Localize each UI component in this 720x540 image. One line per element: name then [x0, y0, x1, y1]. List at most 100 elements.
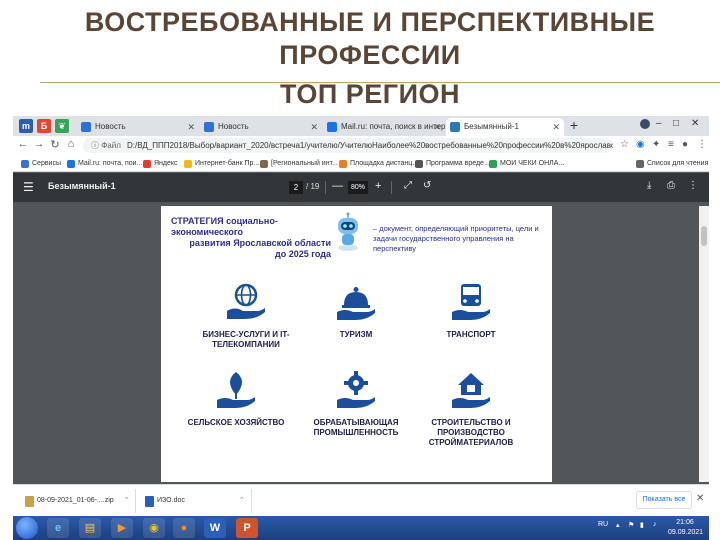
- downloads-divider: [251, 489, 252, 513]
- close-window-button[interactable]: ✕: [691, 118, 699, 129]
- robot-icon: [338, 212, 358, 251]
- maximize-button[interactable]: □: [673, 118, 679, 129]
- print-icon[interactable]: ⎙: [667, 180, 675, 191]
- tab-favicon: [327, 122, 337, 132]
- scrollbar[interactable]: [699, 206, 709, 482]
- tab-3[interactable]: Mail.ru: почта, поиск в интерне ✕: [323, 118, 445, 136]
- bookmark-favicon: [143, 160, 151, 168]
- app-icon-b[interactable]: Б: [37, 119, 51, 133]
- industry-caption: СЕЛЬСКОЕ ХОЗЯЙСТВО: [187, 418, 285, 427]
- reading-list[interactable]: Список для чтения: [636, 156, 708, 171]
- download-filename: ИЗО.doc: [157, 497, 185, 504]
- profile-icon[interactable]: [640, 119, 650, 129]
- word-icon[interactable]: W: [204, 518, 226, 538]
- url-info-icon[interactable]: ⓘ Файл: [91, 138, 121, 153]
- page-number-input[interactable]: 2: [289, 181, 303, 194]
- chrome-icon[interactable]: ◉: [143, 518, 165, 538]
- chevron-up-icon[interactable]: ⌃: [239, 497, 245, 504]
- url-text: D:/ВД_ППП2018/Выбор/вариант_2020/встреча…: [127, 141, 613, 150]
- download-item[interactable]: ИЗО.doc ⌃: [143, 491, 245, 511]
- tab-label: Новость: [95, 122, 126, 131]
- firefox-icon[interactable]: ●: [173, 518, 195, 538]
- tab-label: Mail.ru: почта, поиск в интерне: [341, 122, 445, 131]
- downloads-divider: [135, 489, 136, 513]
- tab-favicon: [81, 122, 91, 132]
- slide-title-line2: ПРОФЕССИИ: [279, 40, 461, 70]
- tab-close-icon[interactable]: ✕: [552, 118, 560, 136]
- tab-close-icon[interactable]: ✕: [433, 118, 441, 136]
- chevron-up-icon[interactable]: ⌃: [124, 497, 130, 504]
- gear-icon: [337, 371, 375, 408]
- app-icon-leaf[interactable]: ❦: [55, 119, 69, 133]
- tab-close-icon[interactable]: ✕: [187, 118, 195, 136]
- bookmark-item[interactable]: Яндекс: [143, 156, 178, 171]
- tab-close-icon[interactable]: ✕: [310, 118, 318, 136]
- bookmark-favicon: [339, 160, 347, 168]
- bookmark-item[interactable]: Сервисы: [21, 156, 61, 171]
- zoom-out-button[interactable]: —: [332, 180, 343, 192]
- bookmark-item[interactable]: Площадка дистанц...: [339, 156, 418, 171]
- downloads-bar: 08-09-2021_01-06-....zip ⌃ ИЗО.doc ⌃ Пок…: [13, 484, 709, 516]
- download-filename: 08-09-2021_01-06-....zip: [37, 497, 114, 504]
- explorer-icon[interactable]: ▤: [79, 518, 101, 538]
- close-icon[interactable]: ✕: [696, 493, 704, 504]
- reading-list-icon[interactable]: ≡: [668, 139, 674, 150]
- ie-icon[interactable]: e: [47, 518, 69, 538]
- puzzle-icon[interactable]: ✦: [652, 139, 660, 150]
- bookmark-item[interactable]: [Региональный инт...: [260, 156, 338, 171]
- more-menu-icon[interactable]: ⋮: [697, 139, 707, 150]
- bookmark-favicon: [260, 160, 268, 168]
- bookmark-item[interactable]: Mail.ru: почта, пои...: [67, 156, 142, 171]
- home-icon[interactable]: ⌂: [65, 138, 77, 150]
- fit-page-icon[interactable]: ⤢: [404, 180, 412, 191]
- browser-tab-strip: m Б ❦ Новость ✕ Новость ✕ Mail.ru: почта…: [13, 116, 709, 136]
- clock-time: 21:06: [676, 519, 694, 526]
- show-all-button[interactable]: Показать все: [636, 491, 692, 509]
- bookmark-item[interactable]: МОИ ЧЕКИ ОНЛА...: [489, 156, 564, 171]
- extension-icon[interactable]: ◉: [636, 139, 645, 150]
- system-clock[interactable]: 21:06 09.09.2021: [668, 518, 703, 538]
- app-icon-m[interactable]: m: [19, 119, 33, 133]
- tab-label: Безымянный-1: [464, 122, 519, 131]
- profile-avatar-icon[interactable]: ●: [682, 139, 688, 150]
- flag-icon[interactable]: ⚑: [628, 521, 634, 529]
- bookmark-item[interactable]: Интернет-банк Пр...: [184, 156, 259, 171]
- toolbar-divider: [391, 181, 392, 194]
- industry-caption: БИЗНЕС-УСЛУГИ И IT-ТЕЛЕКОМПАНИИ: [202, 330, 290, 349]
- tab-2[interactable]: Новость ✕: [200, 118, 322, 136]
- address-bar[interactable]: ⓘ Файл D:/ВД_ППП2018/Выбор/вариант_2020/…: [83, 138, 613, 153]
- zoom-in-button[interactable]: +: [375, 180, 381, 192]
- media-player-icon[interactable]: ▶: [111, 518, 133, 538]
- bookmarks-bar: Сервисы Mail.ru: почта, пои... Яндекс Ин…: [13, 155, 709, 172]
- back-arrow-icon[interactable]: ←: [17, 138, 29, 150]
- bookmark-item[interactable]: Программа вреде...: [415, 156, 490, 171]
- bookmark-favicon: [184, 160, 192, 168]
- rotate-icon[interactable]: ↺: [423, 180, 431, 191]
- language-indicator[interactable]: RU: [598, 521, 608, 528]
- menu-icon[interactable]: ☰: [23, 180, 34, 194]
- bookmark-star-icon[interactable]: ☆: [620, 139, 629, 150]
- powerpoint-icon[interactable]: P: [236, 518, 258, 538]
- tray-arrow-icon[interactable]: ▴: [616, 521, 620, 529]
- new-tab-button[interactable]: +: [566, 118, 582, 134]
- house-icon: [452, 373, 490, 408]
- strategy-description: – документ, определяющий приоритеты, цел…: [373, 224, 539, 253]
- tab-favicon: [450, 122, 460, 132]
- forward-arrow-icon[interactable]: →: [33, 138, 45, 150]
- minimize-button[interactable]: –: [656, 118, 662, 129]
- volume-icon[interactable]: ♪: [653, 521, 657, 528]
- network-icon[interactable]: ▮: [640, 521, 644, 529]
- scrollbar-thumb[interactable]: [701, 226, 707, 246]
- tab-1[interactable]: Новость ✕: [77, 118, 199, 136]
- doc-file-icon: [145, 496, 154, 507]
- zoom-input[interactable]: 80%: [348, 181, 368, 194]
- globe-hand-icon: [227, 283, 265, 319]
- page-total: / 19: [306, 182, 320, 191]
- start-button[interactable]: [16, 517, 38, 539]
- more-options-icon[interactable]: ⋮: [688, 180, 698, 191]
- download-item[interactable]: 08-09-2021_01-06-....zip ⌃: [23, 491, 130, 511]
- reload-icon[interactable]: ↻: [49, 138, 61, 151]
- industry-caption: ОБРАБАТЫВАЮЩАЯ ПРОМЫШЛЕННОСТЬ: [313, 418, 399, 437]
- tab-active[interactable]: Безымянный-1 ✕: [446, 118, 564, 136]
- download-icon[interactable]: ⤓: [647, 180, 651, 191]
